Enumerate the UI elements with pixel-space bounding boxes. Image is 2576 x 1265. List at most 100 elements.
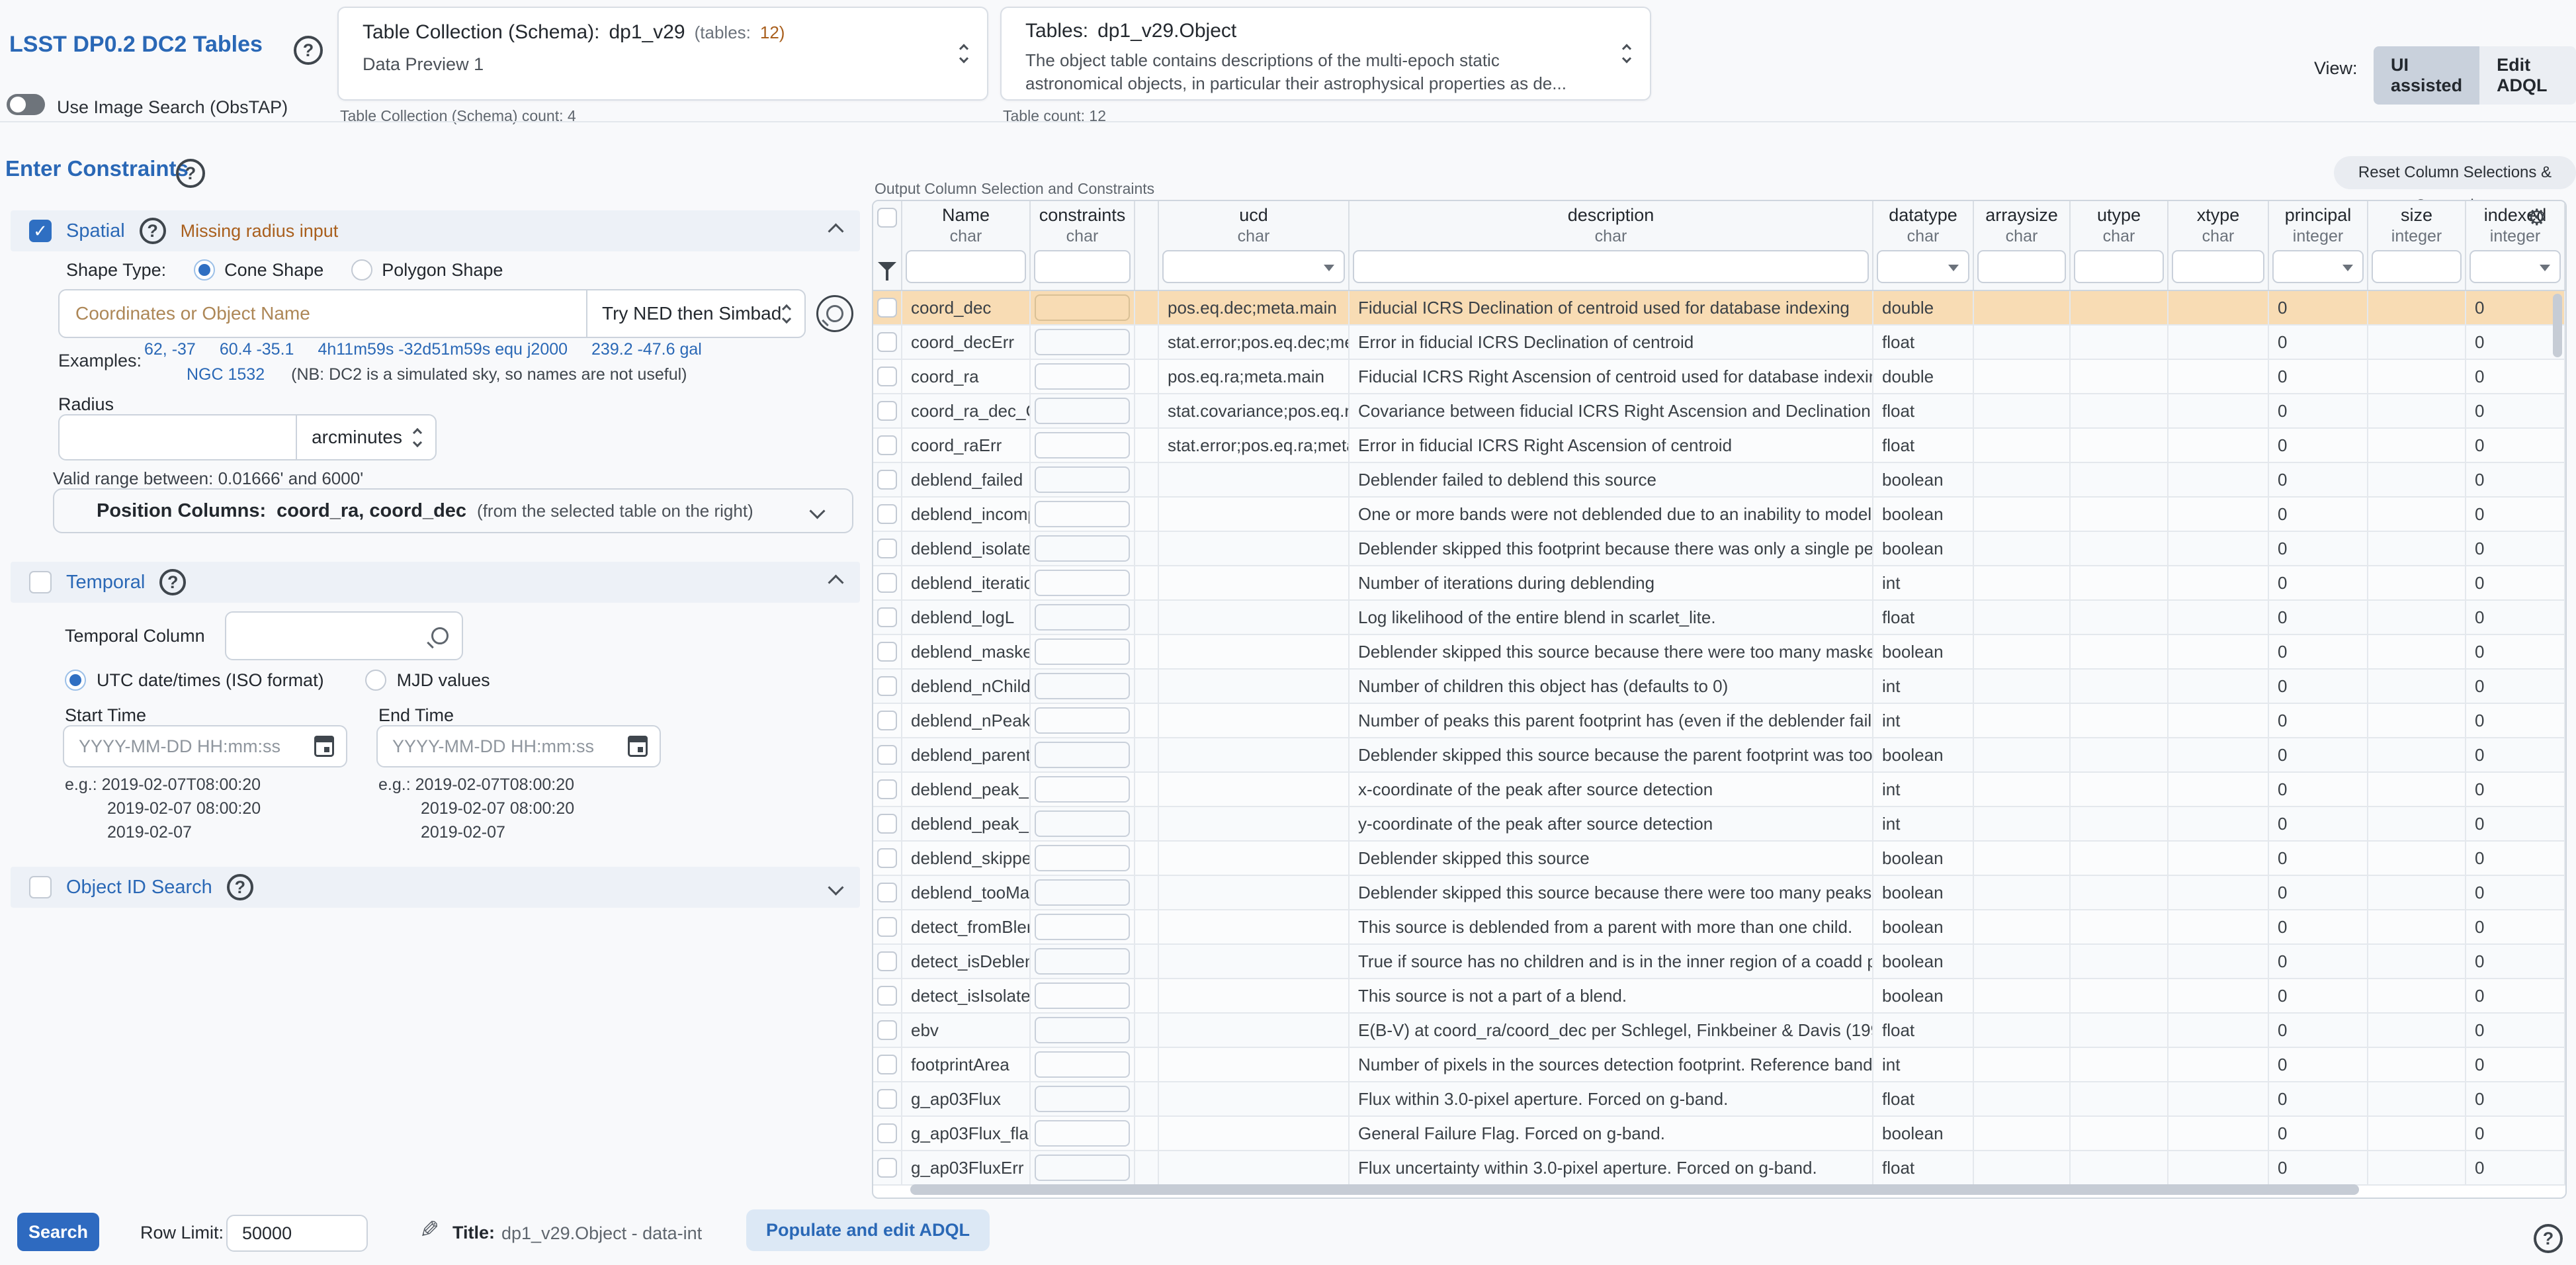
table-row[interactable]: deblend_maskedDeblender skipped this sou… (873, 635, 2565, 670)
row-checkbox[interactable] (877, 951, 897, 971)
table-row[interactable]: deblend_nPeaksNumber of peaks this paren… (873, 704, 2565, 738)
table-row[interactable]: coord_decpos.eq.dec;meta.mainFiducial IC… (873, 291, 2565, 326)
calendar-icon[interactable] (628, 736, 648, 757)
row-checkbox[interactable] (877, 745, 897, 765)
constraint-input[interactable] (1035, 535, 1130, 562)
table-row[interactable]: g_ap03Flux_flagGeneral Failure Flag. For… (873, 1117, 2565, 1151)
help-icon[interactable]: ? (2534, 1224, 2563, 1253)
constraint-input[interactable] (1035, 570, 1130, 596)
stepper-icon[interactable] (1623, 46, 1630, 62)
row-checkbox[interactable] (877, 848, 897, 868)
filter-input[interactable] (2372, 250, 2462, 283)
table-row[interactable]: coord_ra_dec_Covstat.covariance;pos.eq.r… (873, 394, 2565, 429)
filter-input[interactable] (2074, 250, 2164, 283)
table-row[interactable]: deblend_isolatedParentDeblender skipped … (873, 532, 2565, 566)
constraint-input[interactable] (1035, 982, 1130, 1009)
filter-select[interactable] (2469, 250, 2561, 283)
row-checkbox[interactable] (877, 917, 897, 937)
filter-input[interactable] (906, 250, 1026, 283)
constraint-input[interactable] (1035, 398, 1130, 424)
radio-polygon-shape[interactable]: Polygon Shape (351, 259, 503, 281)
radius-unit-select[interactable]: arcminutes (296, 415, 435, 459)
resolver-select[interactable]: Try NED then Simbad (586, 290, 804, 337)
table-row[interactable]: deblend_tooManyPeaksDeblender skipped th… (873, 876, 2565, 910)
table-row[interactable]: ebvE(B-V) at coord_ra/coord_dec per Schl… (873, 1014, 2565, 1048)
column-header-ucd[interactable]: ucdchar (1159, 201, 1350, 246)
table-row[interactable]: coord_decErrstat.error;pos.eq.dec;meta.m… (873, 326, 2565, 360)
constraint-input[interactable] (1035, 948, 1130, 975)
row-checkbox[interactable] (877, 470, 897, 490)
row-checkbox[interactable] (877, 676, 897, 696)
table-select[interactable]: Tables: dp1_v29.Object The object table … (1000, 7, 1651, 101)
help-icon[interactable]: ? (294, 36, 323, 65)
temporal-section-header[interactable]: Temporal ? (11, 562, 860, 603)
row-checkbox[interactable] (877, 814, 897, 834)
table-row[interactable]: g_ap03FluxErrFlux uncertainty within 3.0… (873, 1151, 2565, 1186)
chevron-down-icon[interactable] (828, 879, 843, 895)
start-time-input[interactable]: YYYY-MM-DD HH:mm:ss (63, 725, 347, 767)
constraint-input[interactable] (1035, 707, 1130, 734)
row-checkbox[interactable] (877, 1020, 897, 1040)
constraint-input[interactable] (1035, 914, 1130, 940)
row-limit-input[interactable]: 50000 (226, 1215, 368, 1252)
column-header-indexed[interactable]: indexedinteger (2466, 201, 2565, 246)
constraint-input[interactable] (1035, 1120, 1130, 1147)
end-time-input[interactable]: YYYY-MM-DD HH:mm:ss (376, 725, 661, 767)
image-search-toggle[interactable] (7, 94, 45, 115)
constraint-input[interactable] (1035, 432, 1130, 458)
table-row[interactable]: deblend_incompleteDataOne or more bands … (873, 498, 2565, 532)
row-checkbox[interactable] (877, 1055, 897, 1074)
constraint-input[interactable] (1035, 673, 1130, 699)
temporal-checkbox[interactable] (29, 571, 52, 593)
coordinates-input[interactable]: Coordinates or Object Name (60, 303, 586, 324)
help-icon[interactable]: ? (159, 569, 186, 595)
example-link[interactable]: 239.2 -47.6 gal (591, 340, 702, 359)
row-checkbox[interactable] (877, 401, 897, 421)
row-checkbox[interactable] (877, 504, 897, 524)
table-row[interactable]: deblend_parentTooBigDeblender skipped th… (873, 738, 2565, 773)
table-row[interactable]: deblend_skippedDeblender skipped this so… (873, 842, 2565, 876)
row-checkbox[interactable] (877, 298, 897, 318)
example-link[interactable]: 4h11m59s -32d51m59s equ j2000 (318, 340, 568, 359)
table-row[interactable]: footprintAreaNumber of pixels in the sou… (873, 1048, 2565, 1082)
row-checkbox[interactable] (877, 642, 897, 662)
help-icon[interactable]: ? (176, 159, 205, 188)
column-header-constraints[interactable]: constraintschar (1031, 201, 1135, 246)
table-row[interactable]: deblend_logLLog likelihood of the entire… (873, 601, 2565, 635)
row-checkbox[interactable] (877, 332, 897, 352)
reset-columns-button[interactable]: Reset Column Selections & Constraints (2334, 156, 2576, 189)
constraint-input[interactable] (1035, 742, 1130, 768)
filter-select[interactable] (2272, 250, 2364, 283)
constraint-input[interactable] (1035, 638, 1130, 665)
pencil-icon[interactable]: ✎ (419, 1216, 439, 1244)
populate-adql-button[interactable]: Populate and edit ADQL (746, 1209, 990, 1251)
schema-select[interactable]: Table Collection (Schema): dp1_v29 (tabl… (337, 7, 988, 101)
table-row[interactable]: g_ap03FluxFlux within 3.0-pixel aperture… (873, 1082, 2565, 1117)
constraint-input[interactable] (1035, 879, 1130, 906)
column-header-gap[interactable] (1135, 201, 1159, 246)
column-header-datatype[interactable]: datatypechar (1873, 201, 1974, 246)
object-id-checkbox[interactable] (29, 876, 52, 898)
table-row[interactable]: deblend_nChildNumber of children this ob… (873, 670, 2565, 704)
stepper-icon[interactable] (961, 46, 967, 62)
row-checkbox[interactable] (877, 573, 897, 593)
temporal-column-input[interactable] (225, 611, 463, 660)
row-checkbox[interactable] (877, 435, 897, 455)
column-header-xtype[interactable]: xtypechar (2168, 201, 2269, 246)
filter-icon[interactable] (878, 262, 896, 271)
column-header-Name[interactable]: Namechar (902, 201, 1031, 246)
table-row[interactable]: detect_isIsolatedThis source is not a pa… (873, 979, 2565, 1014)
table-row[interactable]: deblend_peak_center_yy-coordinate of the… (873, 807, 2565, 842)
help-icon[interactable]: ? (227, 874, 253, 900)
radio-mjd[interactable]: MJD values (365, 670, 490, 691)
horizontal-scrollbar[interactable] (876, 1184, 2550, 1195)
row-checkbox[interactable] (877, 1123, 897, 1143)
constraint-input[interactable] (1035, 1017, 1130, 1043)
help-icon[interactable]: ? (140, 218, 166, 244)
row-checkbox[interactable] (877, 1158, 897, 1178)
filter-input[interactable] (1977, 250, 2066, 283)
constraint-input[interactable] (1035, 845, 1130, 871)
constraint-input[interactable] (1035, 501, 1130, 527)
constraint-input[interactable] (1035, 604, 1130, 631)
constraint-input[interactable] (1035, 294, 1130, 321)
